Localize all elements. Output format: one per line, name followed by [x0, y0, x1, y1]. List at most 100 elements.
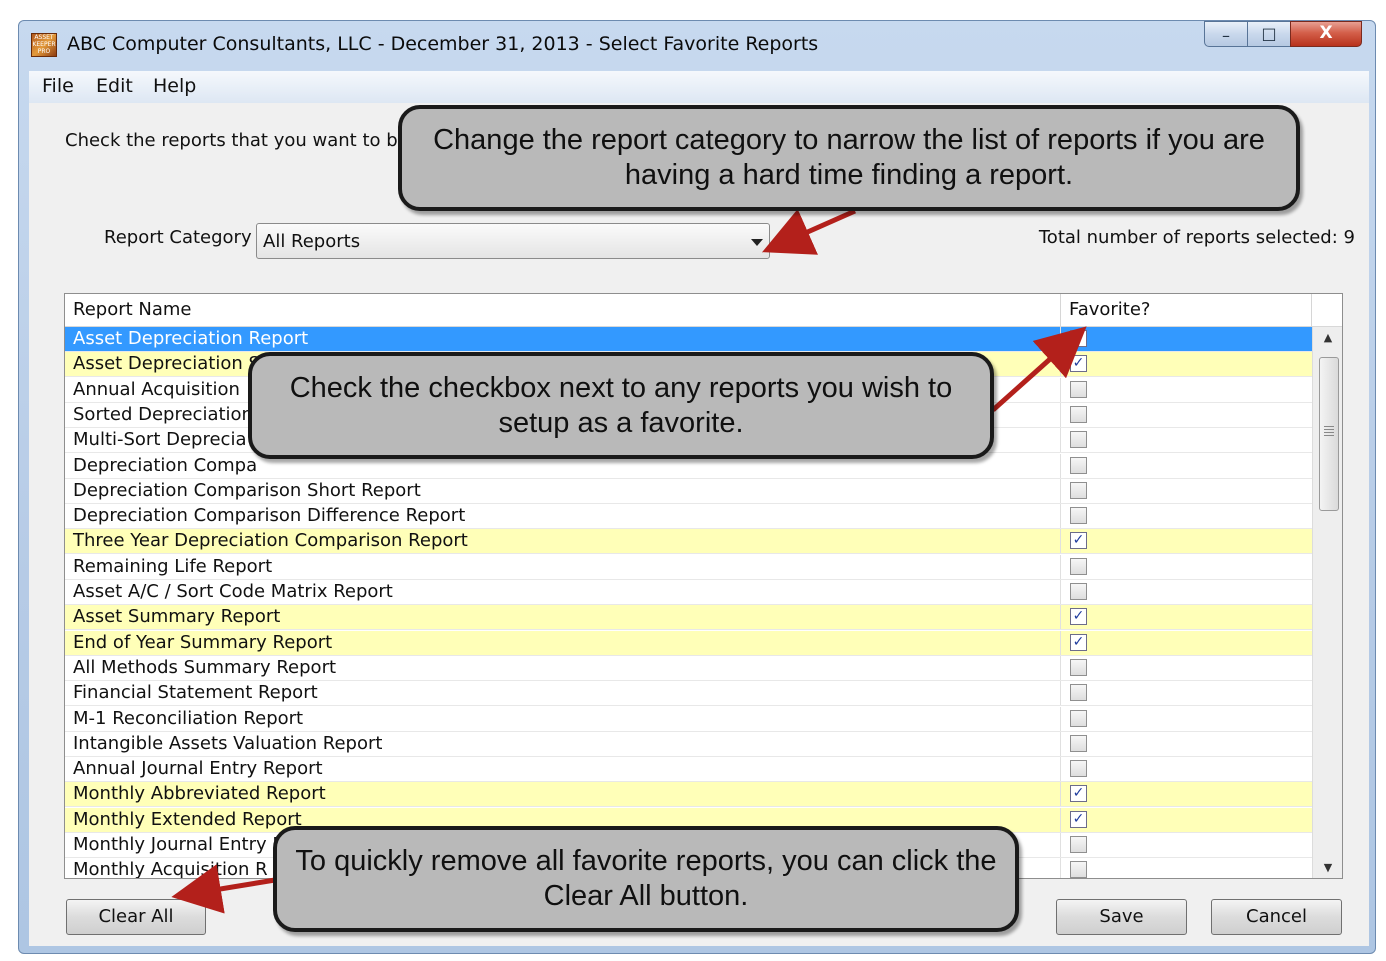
- favorite-checkbox[interactable]: ✓: [1070, 355, 1087, 373]
- column-header-report-name[interactable]: Report Name: [73, 299, 192, 320]
- cell-divider: [1060, 327, 1061, 351]
- report-category-select[interactable]: All Reports: [256, 223, 770, 259]
- favorite-checkbox[interactable]: [1070, 684, 1087, 702]
- total-selected-value: 9: [1343, 227, 1355, 248]
- column-header-favorite[interactable]: Favorite?: [1069, 299, 1150, 320]
- total-selected-label: Total number of reports selected:: [1038, 227, 1338, 248]
- favorite-checkbox[interactable]: [1070, 583, 1087, 600]
- cell-divider: [1060, 428, 1061, 453]
- table-row[interactable]: Monthly Abbreviated Report ✓: [65, 782, 1312, 808]
- cell-divider: [1060, 706, 1061, 731]
- title-bar: ASSET KEEPER PRO ABC Computer Consultants,…: [19, 21, 1375, 71]
- favorite-checkbox[interactable]: ✓: [1070, 532, 1087, 550]
- clear-all-button[interactable]: Clear All: [66, 899, 206, 935]
- report-name-cell: Monthly Extended Report: [73, 808, 302, 830]
- table-row[interactable]: All Methods Summary Report: [65, 655, 1312, 681]
- cell-divider: [1060, 504, 1061, 529]
- scroll-up-icon[interactable]: ▲: [1313, 327, 1342, 349]
- report-name-cell: Depreciation Comparison Difference Repor…: [73, 505, 466, 527]
- favorite-checkbox[interactable]: [1070, 405, 1087, 423]
- column-divider: [1060, 294, 1061, 326]
- chevron-down-icon: [751, 239, 763, 246]
- table-row[interactable]: Financial Statement Report: [65, 681, 1312, 707]
- table-row[interactable]: Remaining Life Report: [65, 554, 1312, 580]
- table-row[interactable]: Annual Journal Entry Report: [65, 757, 1312, 783]
- favorite-checkbox[interactable]: ✓: [1070, 810, 1087, 828]
- report-name-cell: Financial Statement Report: [73, 682, 318, 704]
- favorite-checkbox[interactable]: [1070, 861, 1087, 878]
- cell-divider: [1060, 858, 1061, 878]
- favorite-checkbox[interactable]: ✓: [1070, 633, 1087, 651]
- cell-divider: [1060, 681, 1061, 706]
- cell-divider: [1060, 529, 1061, 554]
- table-row[interactable]: Asset A/C / Sort Code Matrix Report: [65, 580, 1312, 605]
- report-name-cell: Asset A/C / Sort Code Matrix Report: [73, 581, 393, 602]
- favorite-checkbox[interactable]: [1070, 481, 1087, 499]
- table-row[interactable]: Asset Depreciation Report ✓: [65, 327, 1312, 352]
- report-name-cell: Sorted Depreciation: [73, 403, 253, 425]
- cell-divider: [1060, 731, 1061, 756]
- favorite-checkbox[interactable]: [1070, 431, 1087, 449]
- table-row[interactable]: M-1 Reconciliation Report: [65, 706, 1312, 732]
- favorite-checkbox[interactable]: [1070, 557, 1087, 575]
- scroll-down-icon[interactable]: ▼: [1313, 857, 1342, 878]
- total-selected: Total number of reports selected: 9: [1039, 227, 1355, 248]
- cell-divider: [1060, 605, 1061, 630]
- favorite-checkbox[interactable]: [1070, 836, 1087, 853]
- favorite-checkbox[interactable]: [1070, 507, 1087, 525]
- cell-divider: [1060, 833, 1061, 857]
- minimize-button[interactable]: –: [1204, 21, 1248, 47]
- report-name-cell: Monthly Abbreviated Report: [73, 783, 326, 805]
- table-row[interactable]: Asset Summary Report ✓: [65, 605, 1312, 631]
- report-name-cell: All Methods Summary Report: [73, 656, 337, 678]
- report-name-cell: Depreciation Compa: [73, 454, 258, 476]
- table-row[interactable]: Depreciation Comparison Difference Repor…: [65, 504, 1312, 530]
- callout-clear-all: To quickly remove all favorite reports, …: [273, 826, 1019, 932]
- cell-divider: [1060, 580, 1061, 604]
- cell-divider: [1060, 453, 1061, 478]
- cell-divider: [1060, 655, 1061, 680]
- favorite-checkbox[interactable]: [1070, 709, 1087, 727]
- favorite-checkbox[interactable]: [1070, 760, 1087, 778]
- table-row[interactable]: Depreciation Comparison Short Report: [65, 478, 1312, 504]
- report-category-label: Report Category: [104, 227, 252, 248]
- scroll-thumb[interactable]: [1319, 357, 1339, 511]
- cell-divider: [1060, 478, 1061, 503]
- cell-divider: [1060, 630, 1061, 655]
- cell-divider: [1060, 807, 1061, 832]
- report-category-value: All Reports: [263, 231, 361, 252]
- table-header: Report Name Favorite?: [65, 294, 1342, 327]
- close-button[interactable]: X: [1290, 21, 1362, 47]
- report-name-cell: Asset Summary Report: [73, 606, 281, 628]
- favorite-checkbox[interactable]: ✓: [1070, 785, 1087, 803]
- report-name-cell: Multi-Sort Deprecia: [73, 429, 247, 451]
- maximize-button[interactable]: □: [1247, 21, 1291, 47]
- table-row[interactable]: Intangible Assets Valuation Report: [65, 731, 1312, 757]
- cell-divider: [1060, 402, 1061, 427]
- report-name-cell: Monthly Acquisition R: [73, 859, 268, 879]
- menu-edit[interactable]: Edit: [96, 75, 133, 97]
- menu-bar: File Edit Help: [29, 71, 1369, 104]
- favorite-checkbox[interactable]: ✓: [1070, 330, 1087, 347]
- favorite-checkbox[interactable]: [1070, 658, 1087, 676]
- favorite-checkbox[interactable]: [1070, 734, 1087, 752]
- close-icon: X: [1319, 23, 1333, 43]
- favorite-checkbox[interactable]: ✓: [1070, 608, 1087, 626]
- column-divider: [1311, 294, 1312, 326]
- cell-divider: [1060, 782, 1061, 807]
- report-name-cell: Depreciation Comparison Short Report: [73, 479, 421, 501]
- save-button[interactable]: Save: [1056, 899, 1187, 935]
- favorite-checkbox[interactable]: [1070, 456, 1087, 474]
- dialog-body: Check the reports that you want to be Re…: [29, 103, 1369, 946]
- report-name-cell: Asset Depreciation Report: [73, 328, 309, 349]
- menu-file[interactable]: File: [42, 75, 74, 97]
- favorite-checkbox[interactable]: [1070, 380, 1087, 398]
- report-name-cell: End of Year Summary Report: [73, 631, 333, 653]
- cancel-button[interactable]: Cancel: [1211, 899, 1342, 935]
- report-name-cell: Remaining Life Report: [73, 555, 273, 577]
- menu-help[interactable]: Help: [153, 75, 196, 97]
- table-row[interactable]: Three Year Depreciation Comparison Repor…: [65, 529, 1312, 555]
- vertical-scrollbar[interactable]: ▲ ▼: [1312, 327, 1342, 878]
- cell-divider: [1060, 554, 1061, 579]
- table-row[interactable]: End of Year Summary Report ✓: [65, 630, 1312, 656]
